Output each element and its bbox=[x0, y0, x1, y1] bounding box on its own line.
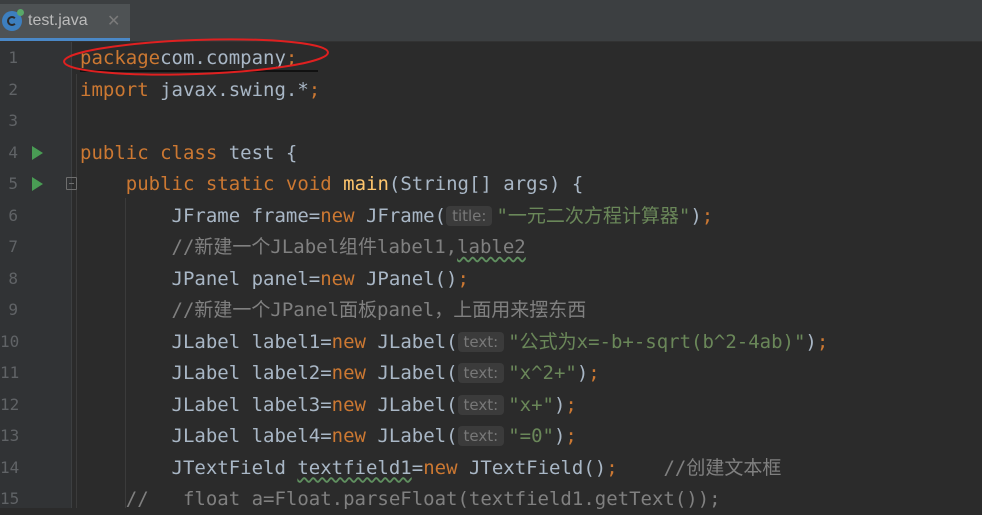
line-number: 2 bbox=[8, 79, 18, 99]
line-number: 10 bbox=[0, 331, 20, 351]
line-number: 9 bbox=[8, 300, 18, 319]
line-number: 1 bbox=[8, 48, 18, 67]
line-number: 7 bbox=[8, 237, 18, 256]
line-number: 11 bbox=[0, 363, 20, 382]
line-number: 13 bbox=[0, 426, 20, 445]
run-arrow-icon[interactable] bbox=[32, 145, 43, 160]
annotation-circle bbox=[63, 38, 329, 76]
line-number: 15 bbox=[0, 489, 20, 508]
line-number: 5 bbox=[8, 174, 18, 193]
line-number: 8 bbox=[8, 268, 18, 288]
line-number: 14 bbox=[0, 457, 20, 477]
line-number: 4 bbox=[8, 142, 18, 162]
line-number: 12 bbox=[0, 394, 20, 414]
run-arrow-icon[interactable] bbox=[32, 177, 43, 191]
override-marker-icon[interactable] bbox=[66, 177, 77, 190]
line-number: 3 bbox=[8, 111, 18, 130]
line-number: 6 bbox=[8, 205, 18, 225]
